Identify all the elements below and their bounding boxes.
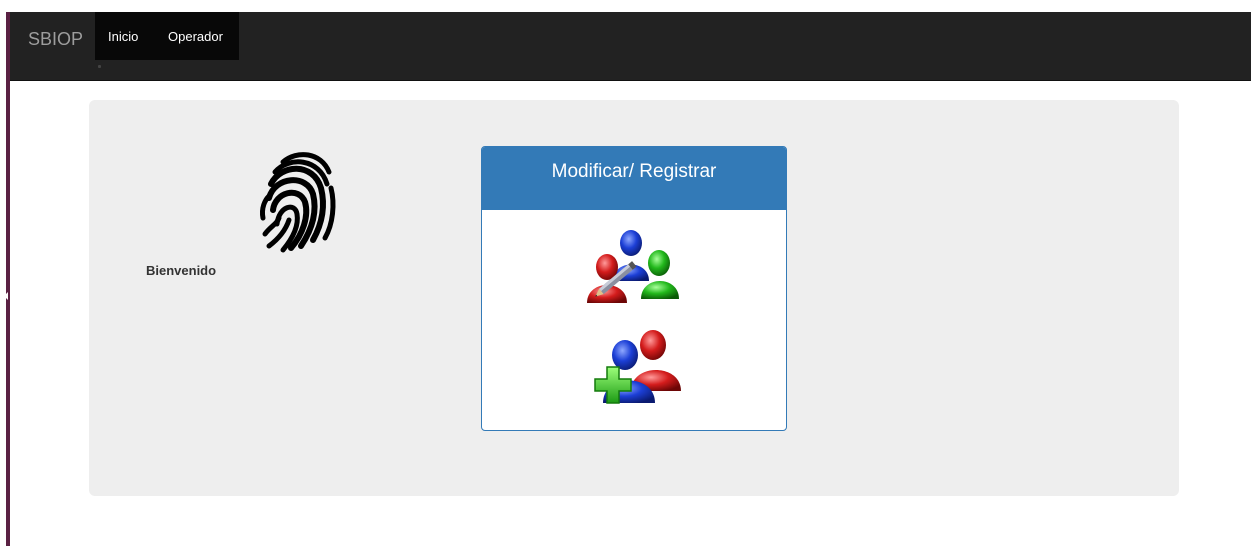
left-sidebar-handle[interactable] xyxy=(6,12,10,546)
users-add-icon[interactable] xyxy=(583,327,685,419)
collapse-arrow-icon[interactable] xyxy=(4,292,8,300)
nav-link-operador[interactable]: Operador xyxy=(168,29,223,44)
fingerprint-icon xyxy=(260,152,336,253)
top-navbar: SBIOP Inicio Operador xyxy=(10,12,1251,81)
nav-caret xyxy=(98,65,101,68)
welcome-text: Bienvenido xyxy=(146,263,217,278)
nav-menu: Inicio Operador xyxy=(95,12,239,60)
modify-register-panel: Modificar/ Registrar xyxy=(481,146,787,431)
window-top-strip xyxy=(0,0,1251,12)
brand-link[interactable]: SBIOP xyxy=(28,29,83,50)
users-edit-icon[interactable] xyxy=(583,229,685,307)
left-edge xyxy=(0,0,10,546)
panel-title: Modificar/ Registrar xyxy=(482,147,786,210)
nav-link-inicio[interactable]: Inicio xyxy=(108,29,138,44)
